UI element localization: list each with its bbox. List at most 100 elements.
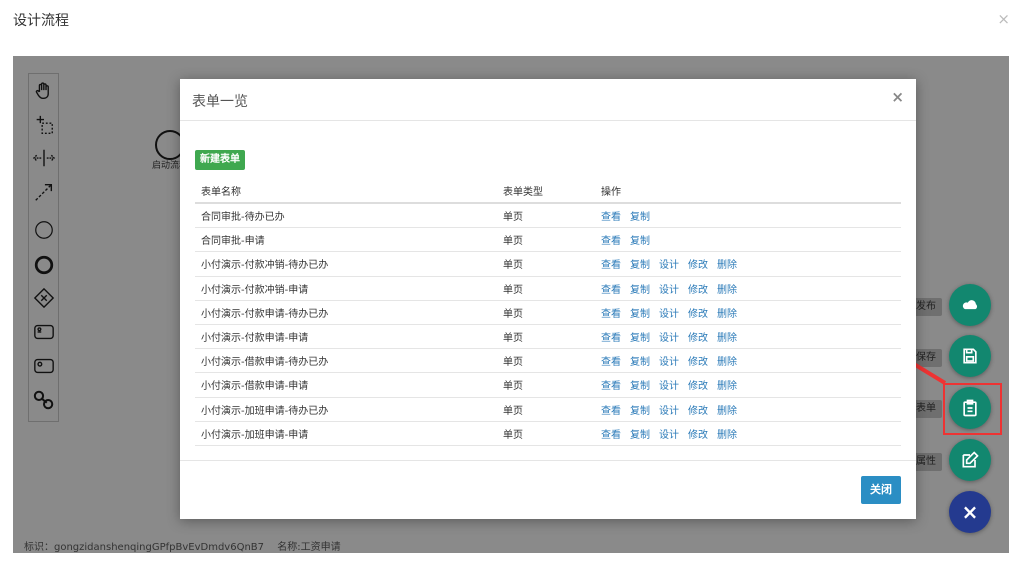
table-row: 小付演示-付款冲销-申请 单页 查看 复制 设计 修改 删除 [195, 277, 901, 301]
connection-icon[interactable] [33, 389, 55, 411]
process-id: 标识：gongzidanshenqingGPfpBvEvDmdv6QnB7 [24, 542, 265, 553]
edit-link[interactable]: 修改 [688, 353, 708, 368]
table-row: 合同审批-待办已办 单页 查看 复制 [195, 204, 901, 229]
service-task-icon[interactable] [33, 355, 55, 377]
design-link[interactable]: 设计 [659, 281, 679, 296]
gateway-icon[interactable] [33, 287, 55, 309]
form-type-cell: 单页 [503, 357, 523, 369]
form-name-cell: 小付演示-付款冲销-申请 [201, 284, 309, 296]
copy-link[interactable]: 复制 [630, 426, 650, 441]
new-form-button[interactable]: 新建表单 [195, 150, 245, 170]
edit-link[interactable]: 修改 [688, 329, 708, 344]
design-link[interactable]: 设计 [659, 353, 679, 368]
save-icon [963, 348, 977, 364]
view-link[interactable]: 查看 [601, 208, 621, 223]
actions-cell: 查看 复制 设计 修改 删除 [595, 256, 737, 271]
highlight-box [943, 383, 1002, 435]
delete-link[interactable]: 删除 [717, 305, 737, 320]
delete-link[interactable]: 删除 [717, 402, 737, 417]
start-event-icon[interactable] [33, 219, 55, 241]
actions-cell: 查看 复制 [595, 208, 650, 223]
hand-tool-icon[interactable] [33, 80, 55, 102]
close-icon: × [961, 500, 979, 524]
edit-link[interactable]: 修改 [688, 377, 708, 392]
actions-cell: 查看 复制 设计 修改 删除 [595, 426, 737, 441]
connect-tool-icon[interactable] [33, 181, 55, 203]
form-name-cell: 小付演示-付款冲销-待办已办 [201, 260, 329, 272]
design-link[interactable]: 设计 [659, 329, 679, 344]
edit-icon [962, 451, 979, 468]
edit-link[interactable]: 修改 [688, 402, 708, 417]
modal-header: 表单一览 × [180, 79, 916, 121]
delete-link[interactable]: 删除 [717, 329, 737, 344]
view-link[interactable]: 查看 [601, 256, 621, 271]
delete-link[interactable]: 删除 [717, 353, 737, 368]
view-link[interactable]: 查看 [601, 281, 621, 296]
space-tool-icon[interactable] [33, 147, 55, 169]
properties-button[interactable] [949, 439, 991, 481]
edit-link[interactable]: 修改 [688, 256, 708, 271]
form-type-cell: 单页 [503, 260, 523, 272]
column-header-name: 表单名称 [201, 186, 241, 198]
view-link[interactable]: 查看 [601, 353, 621, 368]
copy-link[interactable]: 复制 [630, 232, 650, 247]
view-link[interactable]: 查看 [601, 377, 621, 392]
edit-link[interactable]: 修改 [688, 305, 708, 320]
edit-link[interactable]: 修改 [688, 281, 708, 296]
view-link[interactable]: 查看 [601, 426, 621, 441]
close-menu-button[interactable]: × [949, 491, 991, 533]
form-type-cell: 单页 [503, 381, 523, 393]
view-link[interactable]: 查看 [601, 329, 621, 344]
copy-link[interactable]: 复制 [630, 402, 650, 417]
publish-button[interactable] [949, 284, 991, 326]
lasso-tool-icon[interactable] [33, 114, 55, 136]
close-button[interactable]: 关闭 [861, 476, 901, 504]
actions-cell: 查看 复制 设计 修改 删除 [595, 353, 737, 368]
column-header-actions: 操作 [601, 186, 621, 198]
delete-link[interactable]: 删除 [717, 256, 737, 271]
form-name-cell: 小付演示-借款申请-申请 [201, 381, 309, 393]
table-row: 小付演示-付款申请-申请 单页 查看 复制 设计 修改 删除 [195, 325, 901, 350]
end-event-icon[interactable] [33, 254, 55, 276]
actions-cell: 查看 复制 设计 修改 删除 [595, 377, 737, 392]
delete-link[interactable]: 删除 [717, 426, 737, 441]
cloud-upload-icon [962, 300, 978, 310]
actions-cell: 查看 复制 设计 修改 删除 [595, 329, 737, 344]
page-close-icon[interactable]: × [997, 10, 1010, 28]
view-link[interactable]: 查看 [601, 402, 621, 417]
form-type-cell: 单页 [503, 308, 523, 320]
page-title: 设计流程 [13, 13, 69, 29]
table-body: 合同审批-待办已办 单页 查看 复制 合同审批-申请 单页 查看 复制 小付演示-付款冲销-待办… [195, 204, 901, 446]
view-link[interactable]: 查看 [601, 305, 621, 320]
copy-link[interactable]: 复制 [630, 377, 650, 392]
column-header-type: 表单类型 [503, 186, 543, 198]
form-name-cell: 小付演示-付款申请-申请 [201, 333, 309, 345]
design-link[interactable]: 设计 [659, 426, 679, 441]
copy-link[interactable]: 复制 [630, 353, 650, 368]
modal-close-icon[interactable]: × [891, 88, 904, 106]
design-link[interactable]: 设计 [659, 256, 679, 271]
save-button[interactable] [949, 335, 991, 377]
delete-link[interactable]: 删除 [717, 281, 737, 296]
edit-link[interactable]: 修改 [688, 426, 708, 441]
design-link[interactable]: 设计 [659, 402, 679, 417]
form-name-cell: 小付演示-付款申请-待办已办 [201, 308, 329, 320]
copy-link[interactable]: 复制 [630, 305, 650, 320]
copy-link[interactable]: 复制 [630, 256, 650, 271]
delete-link[interactable]: 删除 [717, 377, 737, 392]
status-bar: 标识：gongzidanshenqingGPfpBvEvDmdv6QnB7 名称… [24, 538, 351, 553]
copy-link[interactable]: 复制 [630, 281, 650, 296]
form-type-cell: 单页 [503, 429, 523, 441]
form-type-cell: 单页 [503, 212, 523, 224]
user-task-icon[interactable] [33, 321, 55, 343]
table-row: 小付演示-付款冲销-待办已办 单页 查看 复制 设计 修改 删除 [195, 252, 901, 277]
design-link[interactable]: 设计 [659, 377, 679, 392]
design-link[interactable]: 设计 [659, 305, 679, 320]
copy-link[interactable]: 复制 [630, 208, 650, 223]
process-name: 名称:工资申请 [277, 542, 341, 553]
form-type-cell: 单页 [503, 405, 523, 417]
view-link[interactable]: 查看 [601, 232, 621, 247]
copy-link[interactable]: 复制 [630, 329, 650, 344]
table-header: 表单名称 表单类型 操作 [195, 178, 901, 204]
table-row: 小付演示-借款申请-待办已办 单页 查看 复制 设计 修改 删除 [195, 349, 901, 374]
